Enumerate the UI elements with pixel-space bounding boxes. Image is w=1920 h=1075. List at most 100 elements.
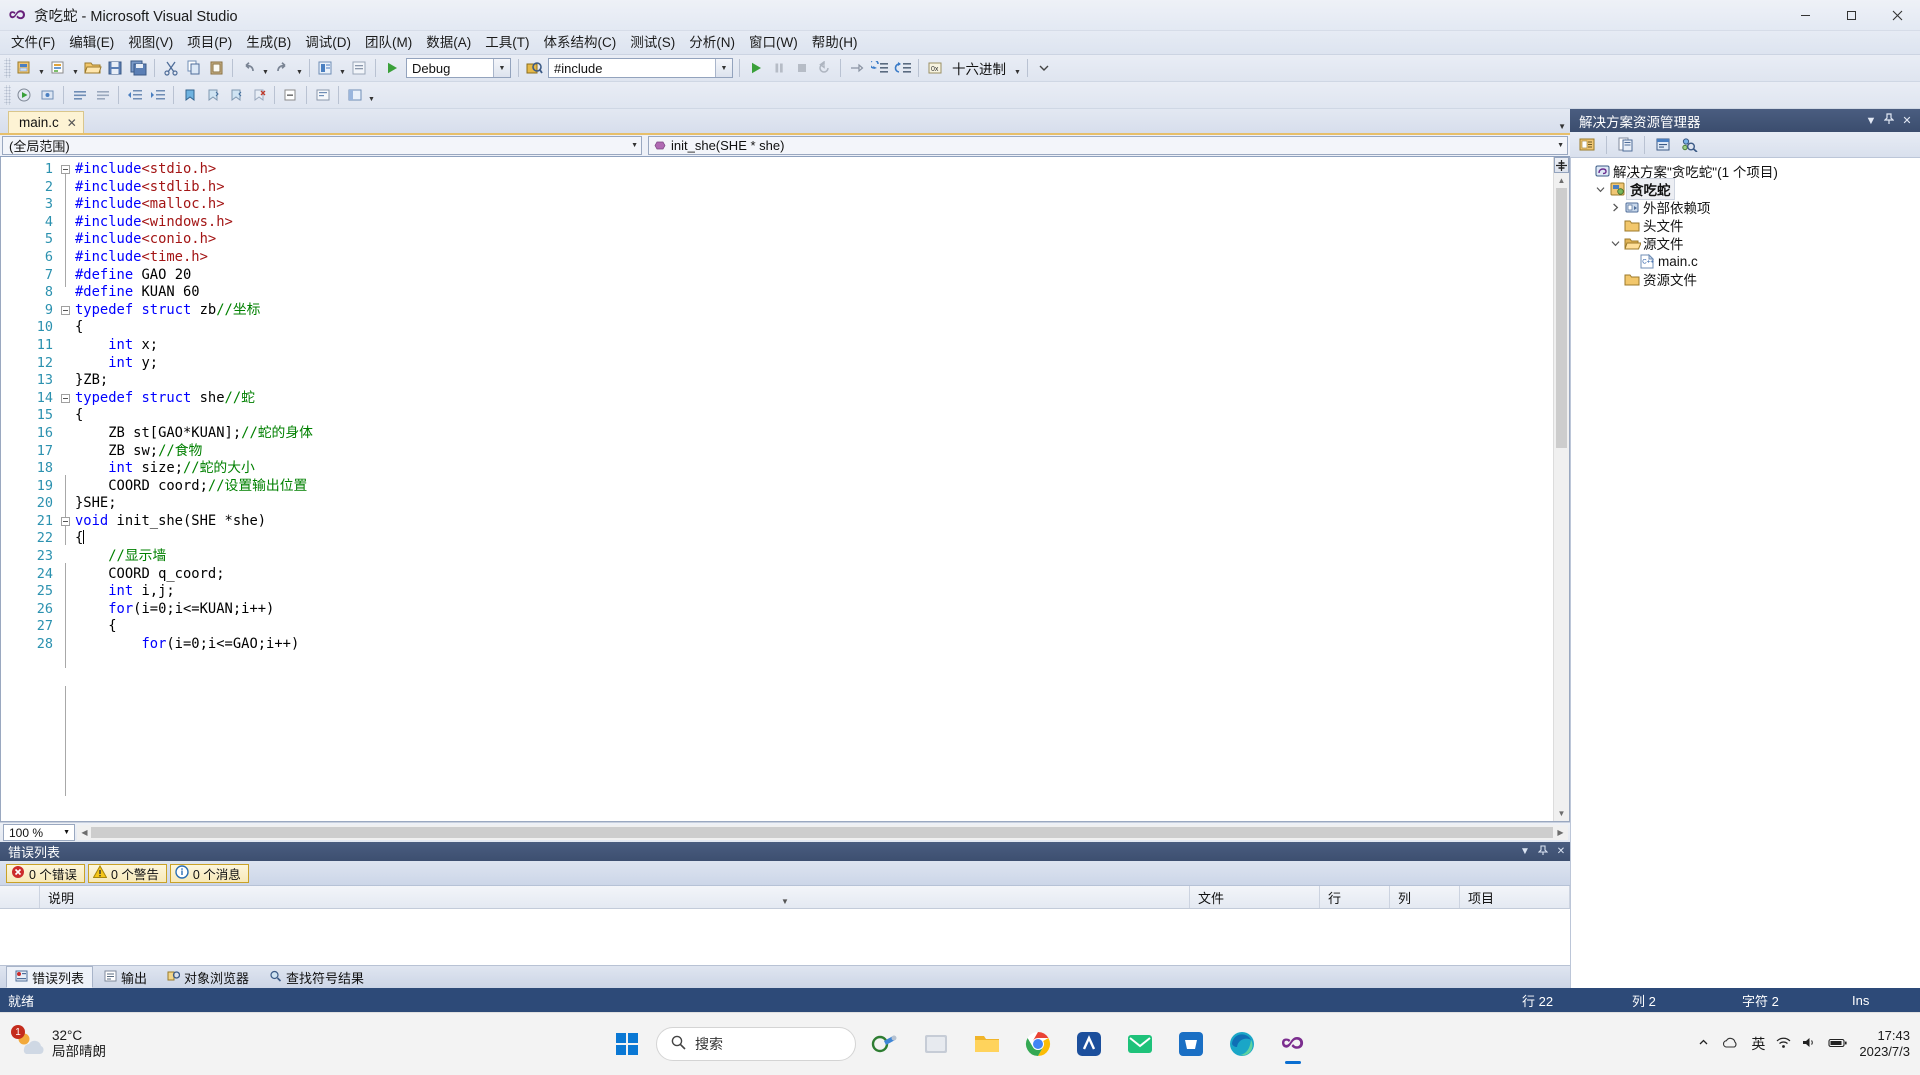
column-description[interactable]: 说明 (40, 886, 1190, 908)
code-surface[interactable]: 1 2 3 4 5 6 7 8 9 10 11 12 13 14 15 16 17 18 19 20 21 22 23 24 2… (1, 157, 1553, 821)
onedrive-icon[interactable] (1721, 1036, 1740, 1052)
taskbar-app-mail[interactable] (1118, 1022, 1162, 1066)
clear-bookmarks-icon[interactable] (247, 84, 270, 106)
code-line[interactable]: for(i=0;i<=KUAN;i++) (75, 601, 1553, 619)
chevron-right-icon[interactable] (1607, 203, 1623, 212)
open-file-icon[interactable] (81, 57, 104, 79)
window-layout-dropdown[interactable]: ▼ (366, 81, 377, 109)
code-line[interactable]: ZB sw;//食物 (75, 443, 1553, 461)
menu-file[interactable]: 文件(F) (4, 32, 62, 54)
code-line[interactable]: #include<windows.h> (75, 214, 1553, 232)
stop-icon[interactable] (790, 57, 813, 79)
tree-node[interactable]: 头文件 (1571, 216, 1920, 234)
code-line[interactable]: typedef struct she//蛇 (75, 390, 1553, 408)
menu-tools[interactable]: 工具(T) (478, 32, 536, 54)
toolbar-grip[interactable] (4, 85, 11, 105)
run-icon[interactable] (744, 57, 767, 79)
vertical-scroll-thumb[interactable] (1556, 188, 1567, 448)
zoom-level-combo[interactable]: 100 % ▼ (3, 824, 75, 841)
code-line[interactable]: for(i=0;i<=GAO;i++) (75, 636, 1553, 654)
restart-icon[interactable] (813, 57, 836, 79)
menu-data[interactable]: 数据(A) (419, 32, 478, 54)
code-line[interactable]: #include<stdlib.h> (75, 179, 1553, 197)
new-item-dropdown[interactable]: ▼ (70, 54, 81, 82)
taskbar-app-app-blue[interactable] (1067, 1022, 1111, 1066)
taskbar-app-visual-studio[interactable] (1271, 1022, 1315, 1066)
chevron-down-icon[interactable]: ▼ (1558, 122, 1566, 131)
tab-main-c[interactable]: main.c ✕ (8, 111, 84, 133)
new-project-icon[interactable] (13, 57, 36, 79)
outlining-collapse-icon[interactable] (61, 393, 70, 403)
maximize-button[interactable] (1828, 0, 1874, 30)
redo-dropdown[interactable]: ▼ (294, 54, 305, 82)
save-all-icon[interactable] (127, 57, 150, 79)
toolbar-overflow-icon[interactable] (1032, 57, 1055, 79)
code-line[interactable]: #define GAO 20 (75, 267, 1553, 285)
cut-icon[interactable] (159, 57, 182, 79)
tab-output[interactable]: 输出 (95, 966, 156, 988)
code-line[interactable]: int y; (75, 355, 1553, 373)
navigate-backward-dropdown[interactable]: ▼ (337, 54, 348, 82)
pause-icon[interactable] (767, 57, 790, 79)
taskbar-app-edge[interactable] (1220, 1022, 1264, 1066)
column-project[interactable]: 项目 (1460, 886, 1570, 908)
new-project-dropdown[interactable]: ▼ (36, 54, 47, 82)
menu-test[interactable]: 测试(S) (623, 32, 682, 54)
tab-error-list[interactable]: 错误列表 (6, 966, 94, 988)
redo-icon[interactable] (271, 57, 294, 79)
start-without-debug-icon[interactable] (13, 84, 36, 106)
taskbar-app-store[interactable] (1169, 1022, 1213, 1066)
hex-display-icon[interactable]: 0x (923, 57, 946, 79)
clock[interactable]: 17:43 2023/7/3 (1859, 1028, 1910, 1060)
scroll-left-button[interactable]: ◀ (77, 825, 92, 840)
menu-debug[interactable]: 调试(D) (298, 32, 358, 54)
outlining-margin[interactable] (59, 157, 75, 821)
tab-object-browser[interactable]: 对象浏览器 (158, 966, 258, 988)
pin-icon[interactable] (1880, 113, 1898, 128)
menu-project[interactable]: 项目(P) (180, 32, 239, 54)
tree-node[interactable]: 贪吃蛇 (1571, 178, 1920, 200)
search-class-icon[interactable] (1678, 134, 1701, 156)
chevron-down-icon[interactable]: ▼ (631, 137, 638, 154)
chevron-down-icon[interactable]: ▼ (1516, 846, 1534, 857)
toggle-all-outlining-icon[interactable] (279, 84, 302, 106)
chevron-down-icon[interactable]: ▼ (781, 897, 789, 906)
show-all-files-icon[interactable] (1614, 134, 1637, 156)
taskbar-app-file-explorer[interactable] (965, 1022, 1009, 1066)
menu-build[interactable]: 生成(B) (239, 32, 298, 54)
view-code-icon[interactable] (1652, 134, 1675, 156)
code-line[interactable]: { (75, 407, 1553, 425)
code-line[interactable]: #include<time.h> (75, 249, 1553, 267)
toolbar-grip[interactable] (4, 58, 11, 78)
increase-indent-icon[interactable] (146, 84, 169, 106)
prev-bookmark-icon[interactable] (201, 84, 224, 106)
code-line[interactable]: }SHE; (75, 495, 1553, 513)
tab-find-symbol-results[interactable]: 查找符号结果 (260, 966, 373, 988)
tree-node[interactable]: 外部依赖项 (1571, 198, 1920, 216)
save-icon[interactable] (104, 57, 127, 79)
close-icon[interactable]: ✕ (1898, 114, 1916, 127)
code-line[interactable]: void init_she(SHE *she) (75, 513, 1553, 531)
menu-help[interactable]: 帮助(H) (805, 32, 865, 54)
new-item-icon[interactable] (47, 57, 70, 79)
pin-icon[interactable] (1534, 844, 1552, 859)
code-line[interactable]: #define KUAN 60 (75, 284, 1553, 302)
decrease-indent-icon[interactable] (123, 84, 146, 106)
code-line[interactable]: #include<conio.h> (75, 231, 1553, 249)
tree-node[interactable]: 解决方案"贪吃蛇"(1 个项目) (1571, 162, 1920, 180)
code-line[interactable]: int x; (75, 337, 1553, 355)
error-filter-messages[interactable]: 0 个消息 (169, 863, 249, 883)
column-file[interactable]: 文件 (1190, 886, 1320, 908)
code-line[interactable]: ZB st[GAO*KUAN];//蛇的身体 (75, 425, 1553, 443)
chevron-down-icon[interactable]: ▼ (63, 829, 70, 836)
ime-indicator[interactable]: 英 (1751, 1034, 1765, 1054)
outlining-collapse-icon[interactable] (61, 165, 70, 174)
comment-selection-icon[interactable] (68, 84, 91, 106)
format-document-icon[interactable] (311, 84, 334, 106)
code-text[interactable]: #include<stdio.h> #include<stdlib.h> #incl… (75, 157, 1553, 821)
code-line[interactable]: { (75, 618, 1553, 636)
horizontal-scroll-thumb[interactable] (91, 827, 1554, 838)
horizontal-scroll-track[interactable]: ◀ ▶ (77, 825, 1568, 840)
code-line[interactable]: #include<stdio.h> (75, 161, 1553, 179)
step-over-icon[interactable] (845, 57, 868, 79)
